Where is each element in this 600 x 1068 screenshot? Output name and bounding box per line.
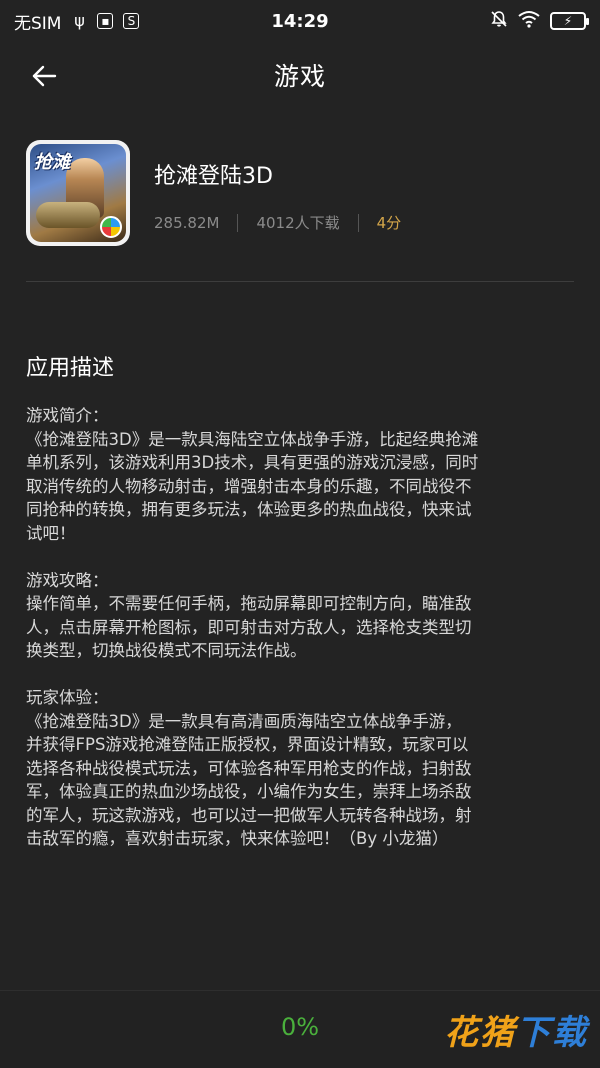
- image-icon: ▪: [97, 13, 114, 29]
- page-title: 游戏: [273, 62, 326, 91]
- watermark-char: 下: [516, 1013, 550, 1053]
- status-left: 无SIM ψ ▪ S: [14, 9, 140, 34]
- meta-divider: [357, 213, 359, 232]
- carrier-label: 无SIM: [14, 13, 62, 34]
- description-line: 《抢滩登陆3D》是一款具海陆空立体战争手游，比起经典抢滩: [26, 429, 479, 449]
- site-watermark: 花 猪 下 载: [444, 1005, 586, 1054]
- back-arrow-icon: [32, 65, 57, 87]
- app-name: 抢滩登陆3D: [154, 164, 273, 189]
- meta-divider: [237, 213, 239, 232]
- description-line: 的军人，玩这款游戏，也可以过一把做军人玩转各种战场，射: [26, 805, 472, 825]
- description-line: 并获得FPS游戏抢滩登陆正版授权，界面设计精致，玩家可以: [26, 735, 469, 754]
- usb-icon: ψ: [74, 11, 85, 30]
- description-body: 游戏简介： 《抢滩登陆3D》是一款具海陆空立体战争手游，比起经典抢滩 单机系列，…: [26, 404, 574, 874]
- watermark-char: 载: [552, 1013, 586, 1053]
- description-title: 应用描述: [26, 356, 115, 381]
- watermark-char: 花: [444, 1013, 478, 1053]
- description-line: 试吧！: [26, 523, 76, 543]
- description-line: 选择各种战役模式玩法，可体验各种军用枪支的作战，扫射敌: [26, 758, 472, 778]
- gatling-gun-icon: [36, 202, 100, 228]
- watermark-char: 猪: [480, 1013, 514, 1053]
- description-block-review: 玩家体验： 《抢滩登陆3D》是一款具有高清画质海陆空立体战争手游， 并获得FPS…: [26, 686, 574, 851]
- description-line: 军，体验真正的热血沙场战役，小编作为女生，崇拜上场杀敌: [26, 782, 472, 801]
- app-rating: 4分: [376, 214, 402, 232]
- download-bar[interactable]: 0% 花 猪 下 载: [0, 990, 600, 1068]
- back-button[interactable]: [24, 56, 64, 96]
- description-line: 同抢种的转换，拥有更多玩法，体验更多的热血战役，快来试: [26, 500, 472, 519]
- app-size: 285.82M: [154, 213, 220, 232]
- app-bar: 游戏: [0, 42, 600, 108]
- description-line: 换类型，切换战役模式不同玩法作战。: [26, 641, 307, 660]
- status-bar: 无SIM ψ ▪ S 14:29 ⚡: [0, 0, 600, 42]
- wifi-icon: [518, 10, 540, 33]
- description-line: 《抢滩登陆3D》是一款具有高清画质海陆空立体战争手游，: [26, 711, 462, 731]
- status-right: ⚡: [490, 10, 589, 33]
- description-line: 人，点击屏幕开枪图标，即可射击对方敌人，选择枪支类型切: [26, 617, 472, 637]
- battery-icon: ⚡: [550, 12, 589, 30]
- section-divider: [26, 281, 574, 282]
- status-time: 14:29: [271, 10, 329, 32]
- description-line: 玩家体验：: [26, 688, 109, 707]
- app-icon-art: 抢滩: [30, 144, 126, 242]
- mute-icon: [490, 10, 508, 33]
- app-header: 抢滩 抢滩登陆3D 285.82M 4012人下载 4分: [26, 140, 576, 280]
- app-icon: 抢滩: [26, 140, 130, 246]
- description-line: 击敌军的瘾，喜欢射击玩家，快来体验吧！（By 小龙猫）: [26, 829, 449, 848]
- description-line: 取消传统的人物移动射击，增强射击本身的乐趣，不同战役不: [26, 476, 472, 496]
- description-line: 游戏攻略：: [26, 570, 109, 590]
- description-line: 单机系列，该游戏利用3D技术，具有更强的游戏沉浸感，同时: [26, 453, 479, 472]
- description-block-intro: 游戏简介： 《抢滩登陆3D》是一款具海陆空立体战争手游，比起经典抢滩 单机系列，…: [26, 404, 574, 545]
- app-downloads: 4012人下载: [256, 214, 340, 232]
- app-meta: 285.82M 4012人下载 4分: [154, 212, 401, 233]
- s-icon: S: [123, 13, 140, 29]
- store-badge-icon: [100, 216, 122, 238]
- description-line: 操作简单，不需要任何手柄，拖动屏幕即可控制方向，瞄准敌: [26, 594, 472, 613]
- app-icon-logo-text: 抢滩: [34, 152, 70, 173]
- description-block-guide: 游戏攻略： 操作简单，不需要任何手柄，拖动屏幕即可控制方向，瞄准敌 人，点击屏幕…: [26, 569, 574, 663]
- description-line: 游戏简介：: [26, 406, 109, 425]
